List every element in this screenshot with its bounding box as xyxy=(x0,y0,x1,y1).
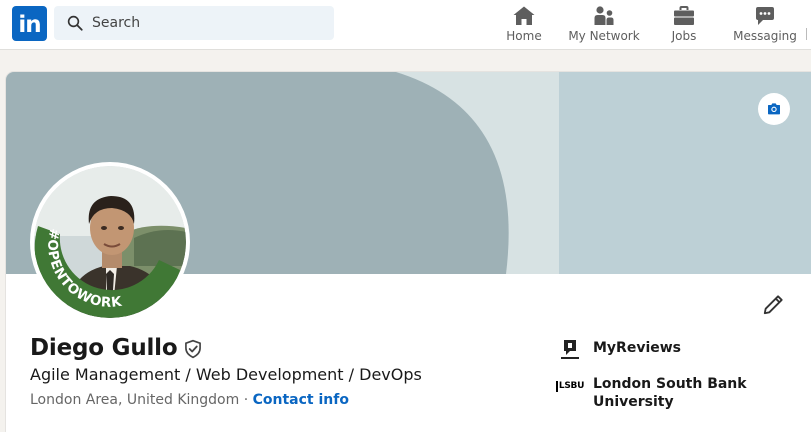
org-lsbu[interactable]: LSBU London South Bank University xyxy=(555,372,773,411)
myreviews-logo-graphic xyxy=(561,340,579,359)
camera-icon xyxy=(768,103,780,115)
nav-divider xyxy=(806,28,811,40)
name-row: Diego Gullo xyxy=(30,334,203,362)
pencil-icon xyxy=(763,295,783,315)
briefcase-icon xyxy=(674,6,694,25)
nav-messaging[interactable]: Messaging xyxy=(732,4,798,48)
edit-cover-photo-button[interactable] xyxy=(758,93,790,125)
people-icon xyxy=(594,6,614,25)
avatar: #OPENTOWORK xyxy=(34,166,186,318)
nav-my-network[interactable]: My Network xyxy=(566,4,642,48)
home-icon xyxy=(513,6,535,25)
verified-shield-icon[interactable] xyxy=(183,338,203,360)
profile-photo[interactable]: #OPENTOWORK xyxy=(30,162,190,322)
lsbu-logo-text: LSBU xyxy=(555,380,584,392)
org-lsbu-name: London South Bank University xyxy=(593,376,747,410)
nav-my-network-label: My Network xyxy=(568,29,640,43)
location-row: London Area, United Kingdom · Contact in… xyxy=(30,390,349,410)
nav-home[interactable]: Home xyxy=(503,4,545,48)
profile-headline: Agile Management / Web Development / Dev… xyxy=(30,365,422,384)
edit-profile-button[interactable] xyxy=(760,292,786,318)
lsbu-logo: LSBU xyxy=(555,372,584,400)
profile-name: Diego Gullo xyxy=(30,335,178,361)
chat-icon xyxy=(756,7,774,25)
nav-jobs-label: Jobs xyxy=(671,29,697,43)
search-box[interactable] xyxy=(54,6,334,40)
separator-dot: · xyxy=(243,392,249,408)
linkedin-logo[interactable]: in xyxy=(12,6,47,41)
profile-card: #OPENTOWORK Diego Gullo Agile Management… xyxy=(6,72,811,432)
search-icon xyxy=(67,15,83,31)
nav-messaging-label: Messaging xyxy=(733,29,797,43)
org-myreviews[interactable]: MyReviews xyxy=(556,336,773,364)
org-myreviews-name: MyReviews xyxy=(593,340,682,356)
contact-info-link[interactable]: Contact info xyxy=(253,392,349,408)
myreviews-logo xyxy=(556,336,584,364)
nav-home-label: Home xyxy=(506,29,542,43)
linkedin-logo-text: in xyxy=(18,11,41,38)
search-input[interactable] xyxy=(92,15,312,31)
top-navigation-bar: in Home My Network Jobs xyxy=(0,0,811,50)
nav-jobs[interactable]: Jobs xyxy=(664,4,704,48)
profile-location: London Area, United Kingdom xyxy=(30,392,240,408)
